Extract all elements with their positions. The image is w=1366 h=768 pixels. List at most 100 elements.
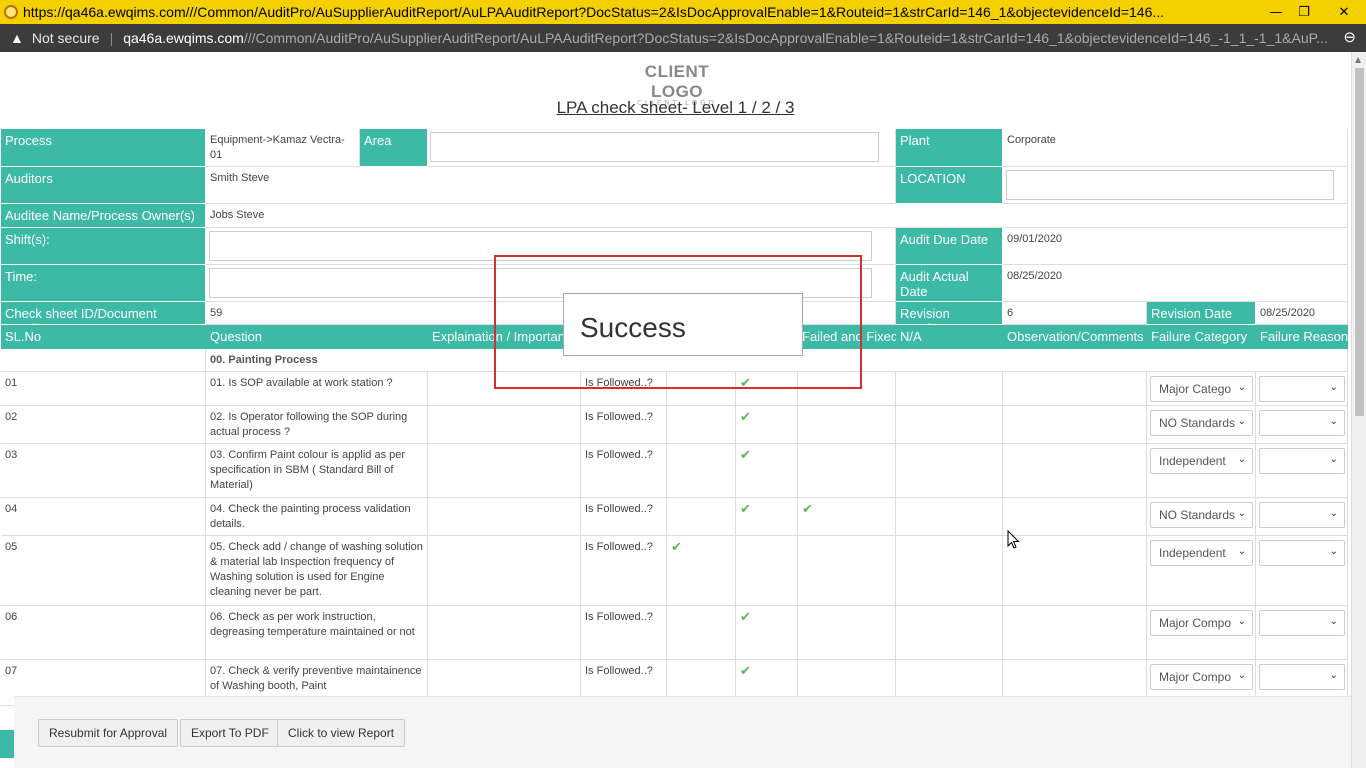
time-label: Time: [1,265,206,302]
restore-button[interactable]: ❐ [1286,0,1322,24]
browser-title-bar: https://qa46a.ewqims.com///Common/AuditP… [0,0,1366,24]
chevron-down-icon: ⌄ [1329,546,1338,557]
address-bar[interactable]: ▲ Not secure | qa46a.ewqims.com///Common… [0,24,1366,52]
failure-reason-select[interactable]: ⌄ [1259,664,1345,690]
check-mark-icon[interactable]: ✔ [740,664,751,679]
location-label: LOCATION [896,167,1003,204]
row-cell [896,498,1003,536]
failure-category-value: Major Catego [1159,382,1232,396]
vertical-scrollbar[interactable]: ▲ [1351,52,1366,768]
revision-number-value: 6 [1003,302,1147,325]
location-input[interactable] [1006,170,1334,200]
failure-category-value: Independent [1159,546,1226,560]
scroll-up-arrow-icon[interactable]: ▲ [1355,55,1361,64]
plant-value: Corporate [1003,129,1348,167]
row-question: 03. Confirm Paint colour is applid as pe… [206,444,428,498]
shifts-label: Shift(s): [1,228,206,265]
col-failure-reason: Failure Reason [1256,325,1348,349]
failure-category-select[interactable]: Independent ⌄ [1150,448,1253,474]
row-cell [798,444,896,498]
check-mark-icon[interactable]: ✔ [802,502,813,517]
section-blank [1,349,206,372]
failure-category-value: Major Compo [1159,670,1232,684]
chevron-down-icon: ⌄ [1329,454,1338,465]
row-cell [1003,536,1147,606]
failure-category-select[interactable]: NO Standards ⌄ [1150,410,1253,436]
row-method: Is Followed..? [581,606,667,660]
check-mark-icon[interactable]: ✔ [740,448,751,463]
row-method: Is Followed..? [581,536,667,606]
failure-reason-select[interactable]: ⌄ [1259,410,1345,436]
check-mark-icon[interactable]: ✔ [740,502,751,517]
check-mark-icon[interactable]: ✔ [740,610,751,625]
col-slno: SL.No [1,325,206,349]
row-question: 06. Check as per work instruction, degre… [206,606,428,660]
site-favicon-icon [4,5,18,19]
row-cell [896,606,1003,660]
check-mark-icon[interactable]: ✔ [671,540,682,555]
row-method: Is Followed..? [581,498,667,536]
row-cell [736,536,798,606]
due-date-label: Audit Due Date [896,228,1003,265]
row-method: Is Followed..? [581,444,667,498]
chevron-down-icon: ⌄ [1329,670,1338,681]
check-mark-icon[interactable]: ✔ [740,410,751,425]
process-value: Equipment->Kamaz Vectra-01 [206,129,360,167]
failure-category-select[interactable]: NO Standards ⌄ [1150,502,1253,528]
row-cell [1003,372,1147,406]
row-cell [667,498,736,536]
failure-category-value: Major Compo [1159,616,1232,630]
chevron-down-icon: ⌄ [1237,382,1246,393]
failure-reason-select[interactable]: ⌄ [1259,610,1345,636]
success-dialog: Success [563,293,803,356]
teal-strip [0,730,14,758]
failure-reason-select[interactable]: ⌄ [1259,502,1345,528]
col-observation: Observation/Comments [1003,325,1147,349]
resubmit-button[interactable]: Resubmit for Approval [38,719,179,747]
url-path: ///Common/AuditPro/AuSupplierAuditReport… [243,30,1328,46]
col-failure-category: Failure Category [1147,325,1256,349]
chevron-down-icon: ⌄ [1237,616,1246,627]
failure-category-select[interactable]: Major Compo ⌄ [1150,664,1253,690]
row-cell [896,406,1003,444]
chevron-down-icon: ⌄ [1329,382,1338,393]
view-report-button[interactable]: Click to view Report [277,719,406,747]
area-label: Area [360,129,428,167]
docnum-label: Check sheet ID/Document Number [1,302,206,325]
close-button[interactable]: ✕ [1326,0,1362,24]
failure-category-value: NO Standards [1159,416,1236,430]
failure-category-select[interactable]: Independent ⌄ [1150,540,1253,566]
plant-label: Plant [896,129,1003,167]
row-cell [896,372,1003,406]
row-cell [428,406,581,444]
logo-text: CLIENT LOGO [644,62,710,101]
address-separator: | [109,30,114,46]
row-cell [428,606,581,660]
actual-date-value: 08/25/2020 [1003,265,1348,302]
row-cell [428,444,581,498]
row-question: 04. Check the painting process validatio… [206,498,428,536]
window-title: https://qa46a.ewqims.com///Common/AuditP… [23,4,1165,20]
scrollbar-thumb[interactable] [1355,68,1364,416]
row-slno: 05 [1,536,206,606]
failure-reason-select[interactable]: ⌄ [1259,376,1345,402]
not-secure-label[interactable]: Not secure [32,30,100,46]
failure-category-select[interactable]: Major Compo ⌄ [1150,610,1253,636]
row-slno: 03 [1,444,206,498]
export-pdf-button[interactable]: Export To PDF [180,719,280,747]
failure-reason-select[interactable]: ⌄ [1259,540,1345,566]
url-host: qa46a.ewqims.com [123,30,244,46]
revision-number-label: Revision Number [896,302,1003,325]
area-input[interactable] [430,132,879,162]
failure-category-select[interactable]: Major Catego ⌄ [1150,376,1253,402]
col-na: N/A [896,325,1003,349]
chevron-down-icon: ⌄ [1329,616,1338,627]
row-cell [896,444,1003,498]
auditee-label: Auditee Name/Process Owner(s) [1,204,206,228]
zoom-icon[interactable]: ⊖ [1343,28,1356,46]
failure-reason-select[interactable]: ⌄ [1259,448,1345,474]
action-footer: Resubmit for Approval Export To PDF Clic… [14,696,1351,768]
url-text[interactable]: qa46a.ewqims.com///Common/AuditPro/AuSup… [123,30,1333,46]
row-cell [1003,406,1147,444]
row-method: Is Followed..? [581,406,667,444]
